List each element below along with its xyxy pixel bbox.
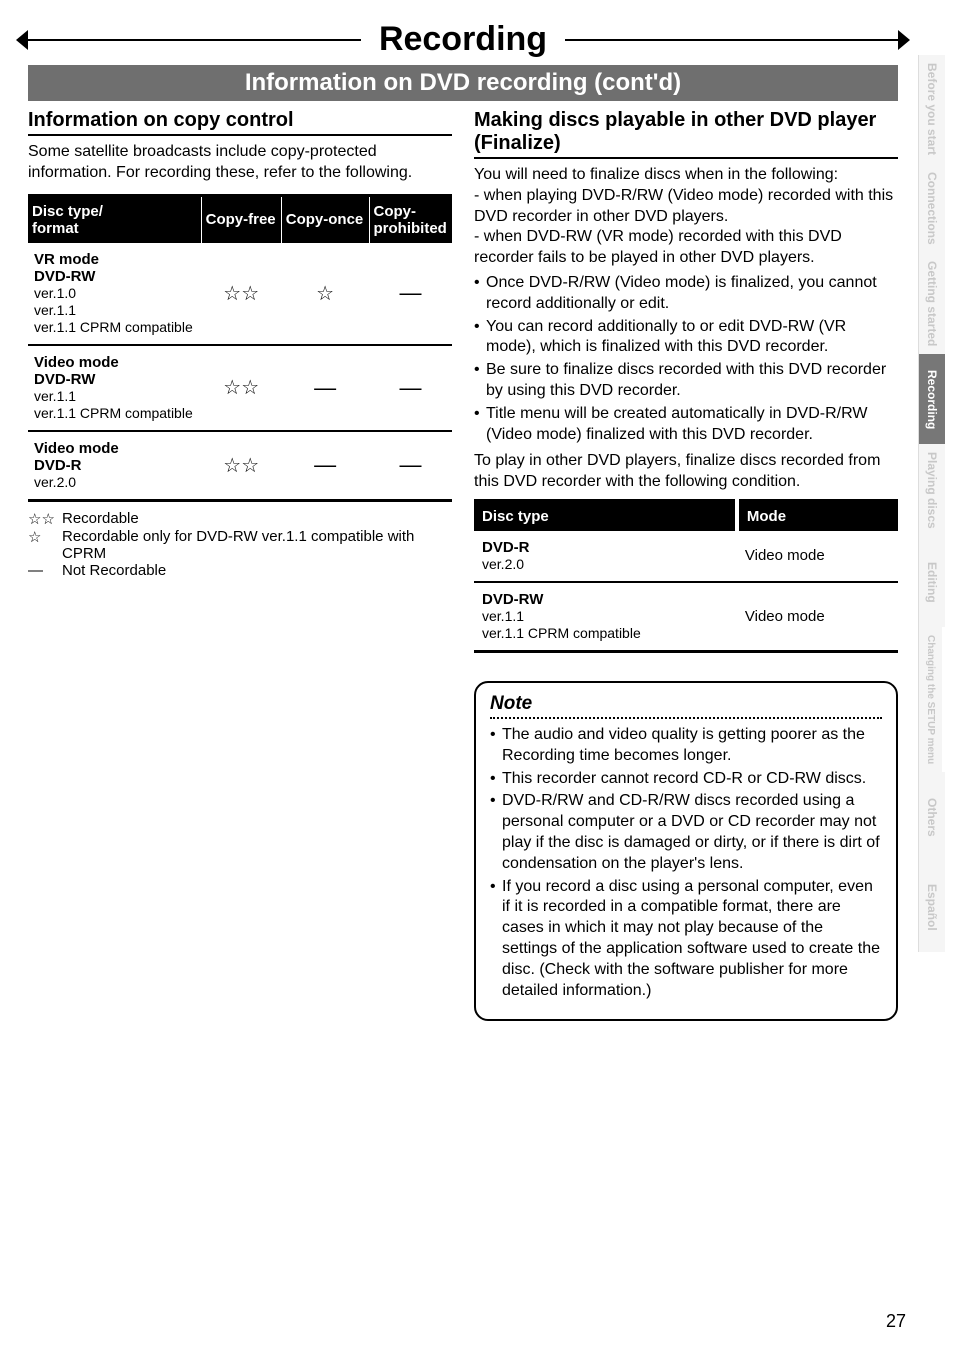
left-column: Information on copy control Some satelli… — [28, 109, 452, 1021]
right-column: Making discs playable in other DVD playe… — [474, 109, 898, 1021]
th-disc-type: Disc type/ format — [28, 195, 201, 243]
cell-once: — — [281, 345, 369, 431]
note-bullets: The audio and video quality is getting p… — [490, 725, 882, 1001]
list-item: This recorder cannot record CD-R or CD-R… — [490, 769, 882, 790]
table-copy-control: Disc type/ format Copy-free Copy-once Co… — [28, 194, 452, 502]
tab-espanol[interactable]: Español — [918, 862, 945, 952]
cell-disc: DVD-RW — [482, 591, 543, 608]
table-row: Video mode DVD-RWver.1.1 ver.1.1 CPRM co… — [28, 345, 452, 431]
tab-others[interactable]: Others — [918, 772, 945, 862]
cell-disc: DVD-R — [482, 539, 530, 556]
para-finalize-1: You will need to finalize discs when in … — [474, 165, 898, 269]
table-header-row: Disc type/ format Copy-free Copy-once Co… — [28, 195, 452, 243]
list-item: If you record a disc using a personal co… — [490, 877, 882, 1002]
th-copy-prohibited: Copy- prohibited — [369, 195, 452, 243]
table-row: DVD-Rver.2.0 Video mode — [474, 531, 898, 582]
cell-proh: — — [369, 431, 452, 501]
cell-type: Video mode DVD-R — [34, 440, 119, 474]
bullets-finalize: Once DVD-R/RW (Video mode) is finalized,… — [474, 273, 898, 445]
legend-text: Recordable — [62, 510, 139, 528]
list-item: Be sure to finalize discs recorded with … — [474, 360, 898, 402]
legend: ☆☆Recordable ☆Recordable only for DVD-RW… — [28, 510, 452, 579]
cell-type-sub: ver.1.0 ver.1.1 ver.1.1 CPRM compatible — [34, 285, 193, 335]
cell-type: VR mode DVD-RW — [34, 251, 99, 285]
cell-mode: Video mode — [737, 582, 898, 652]
table-row: DVD-RWver.1.1 ver.1.1 CPRM compatible Vi… — [474, 582, 898, 652]
cell-proh: — — [369, 243, 452, 345]
table-header-row: Disc type Mode — [474, 500, 898, 531]
tab-before-you-start[interactable]: Before you start — [918, 55, 945, 163]
page: Before you start Connections Getting sta… — [0, 0, 954, 1348]
th-copy-free: Copy-free — [201, 195, 281, 243]
cell-free: ☆☆ — [201, 243, 281, 345]
th-disc-type: Disc type — [474, 500, 737, 531]
list-item: You can record additionally to or edit D… — [474, 317, 898, 359]
page-number: 27 — [886, 1311, 906, 1332]
tab-playing-discs[interactable]: Playing discs — [918, 444, 945, 537]
legend-sym: ☆ — [28, 528, 62, 562]
side-tabs: Before you start Connections Getting sta… — [918, 55, 954, 952]
cell-once: — — [281, 431, 369, 501]
list-item: DVD-R/RW and CD-R/RW discs recorded usin… — [490, 791, 882, 874]
section-banner: Information on DVD recording (cont'd) — [28, 65, 898, 101]
cell-disc-sub: ver.2.0 — [482, 556, 524, 572]
note-box: Note The audio and video quality is gett… — [474, 681, 898, 1021]
cell-once: ☆ — [281, 243, 369, 345]
heading-finalize: Making discs playable in other DVD playe… — [474, 109, 898, 155]
cell-mode: Video mode — [737, 531, 898, 582]
list-item: The audio and video quality is getting p… — [490, 725, 882, 767]
cell-proh: — — [369, 345, 452, 431]
heading-copy-control: Information on copy control — [28, 109, 452, 132]
intro-copy-control: Some satellite broadcasts include copy-p… — [28, 142, 452, 184]
list-item: Once DVD-R/RW (Video mode) is finalized,… — [474, 273, 898, 315]
cell-type-sub: ver.2.0 — [34, 474, 76, 490]
cell-free: ☆☆ — [201, 431, 281, 501]
dotted-divider — [490, 717, 882, 719]
note-title: Note — [490, 693, 882, 715]
cell-free: ☆☆ — [201, 345, 281, 431]
tab-editing[interactable]: Editing — [918, 537, 945, 627]
tab-connections[interactable]: Connections — [918, 163, 945, 253]
list-item: Title menu will be created automatically… — [474, 404, 898, 446]
tab-recording[interactable]: Recording — [918, 354, 945, 444]
table-mode: Disc type Mode DVD-Rver.2.0 Video mode D… — [474, 499, 898, 653]
legend-sym: ☆☆ — [28, 510, 62, 528]
table-row: Video mode DVD-Rver.2.0 ☆☆ — — — [28, 431, 452, 501]
table-row: VR mode DVD-RWver.1.0 ver.1.1 ver.1.1 CP… — [28, 243, 452, 345]
cell-disc-sub: ver.1.1 ver.1.1 CPRM compatible — [482, 608, 641, 641]
cell-type: Video mode DVD-RW — [34, 354, 119, 388]
legend-sym: — — [28, 562, 62, 579]
legend-text: Recordable only for DVD-RW ver.1.1 compa… — [62, 528, 452, 562]
tab-changing-setup-menu[interactable]: Changing the SETUP menu — [918, 627, 942, 772]
chapter-title: Recording — [361, 20, 565, 59]
para-finalize-2: To play in other DVD players, finalize d… — [474, 451, 898, 493]
cell-type-sub: ver.1.1 ver.1.1 CPRM compatible — [34, 388, 193, 421]
legend-text: Not Recordable — [62, 562, 166, 579]
th-copy-once: Copy-once — [281, 195, 369, 243]
tab-getting-started[interactable]: Getting started — [918, 253, 945, 354]
th-mode: Mode — [737, 500, 898, 531]
chapter-header: Recording — [28, 20, 898, 59]
